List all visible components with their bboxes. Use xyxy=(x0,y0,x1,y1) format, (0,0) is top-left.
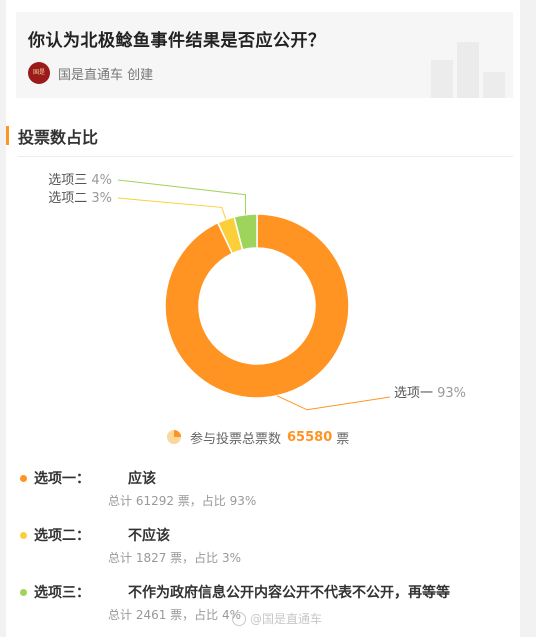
divider xyxy=(18,156,513,157)
vote-header: 你认为北极鲶鱼事件结果是否应公开？ 国是 国是直通车 创建 xyxy=(16,12,513,98)
question-title: 你认为北极鲶鱼事件结果是否应公开？ xyxy=(28,31,326,51)
option-label: 不作为政府信息公开内容公开不代表不公开，再等等 xyxy=(128,585,450,601)
creator-info[interactable]: 国是 国是直通车 创建 xyxy=(28,62,153,84)
leader-line xyxy=(276,395,391,411)
option-dot xyxy=(20,589,27,596)
slice-label: 选项一 93% xyxy=(394,386,466,401)
option-name: 选项一： xyxy=(34,471,90,487)
option-label: 应该 xyxy=(128,471,156,487)
weibo-icon xyxy=(232,611,246,626)
slice-label: 选项三 4% xyxy=(48,173,112,188)
option-label: 不应该 xyxy=(128,528,170,544)
option-stats: 总计 2461 票，占比 4% xyxy=(108,608,242,622)
section-header: 投票数占比 xyxy=(6,124,520,148)
total-votes: 参与投票总票数 65580 票 xyxy=(166,426,349,448)
watermark-text: @国是直通车 xyxy=(250,612,323,626)
total-prefix: 参与投票总票数 xyxy=(190,431,282,447)
creator-name[interactable]: 国是直通车 创建 xyxy=(58,64,153,83)
vote-card: 你认为北极鲶鱼事件结果是否应公开？ 国是 国是直通车 创建 投票数占比 选项一 … xyxy=(6,0,520,637)
section-accent-bar xyxy=(6,126,9,145)
slice-label: 选项二 3% xyxy=(48,191,112,206)
leader-line xyxy=(117,179,246,215)
option-stats: 总计 61292 票，占比 93% xyxy=(108,494,257,508)
option-name: 选项三： xyxy=(34,585,90,601)
section-title: 投票数占比 xyxy=(18,128,99,147)
option-dot xyxy=(20,475,27,482)
total-count: 65580 xyxy=(287,429,333,445)
leader-line xyxy=(117,197,227,220)
option-dot xyxy=(20,532,27,539)
option-stats: 总计 1827 票，占比 3% xyxy=(108,551,242,565)
donut-chart: 选项一 93% 选项二 3% 选项三 4% xyxy=(48,173,466,411)
creator-avatar[interactable]: 国是 xyxy=(28,62,50,84)
watermark: @国是直通车 xyxy=(232,610,322,627)
option-name: 选项二： xyxy=(34,528,90,544)
bar-chart-decoration-icon xyxy=(431,42,505,98)
pie-chart-icon xyxy=(167,430,181,444)
total-unit: 票 xyxy=(336,431,350,447)
